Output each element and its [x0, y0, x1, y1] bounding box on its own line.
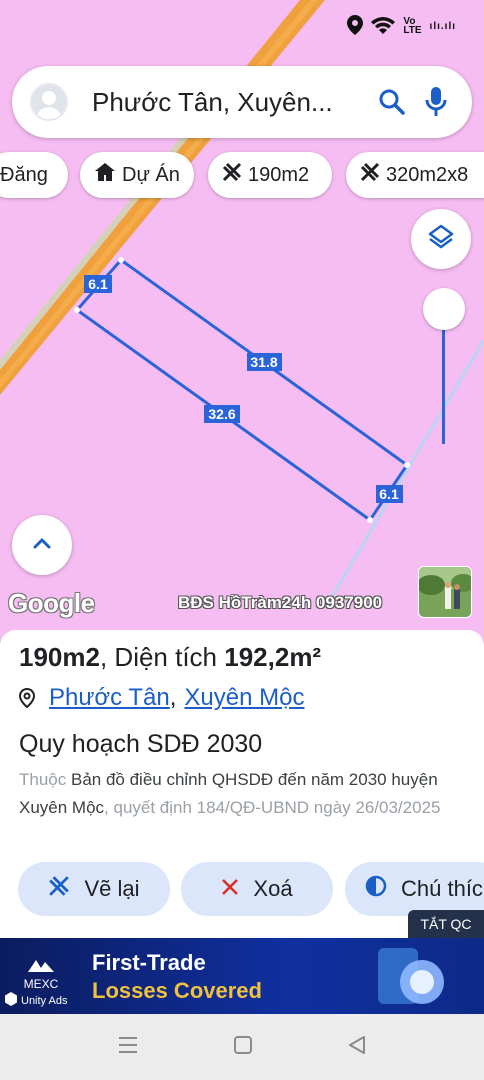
measure-icon	[48, 875, 70, 903]
mic-icon[interactable]	[414, 80, 458, 124]
expand-button[interactable]	[12, 515, 72, 575]
district-link[interactable]: Xuyên Mộc	[184, 684, 304, 712]
avatar[interactable]	[30, 83, 68, 121]
parcel-outline[interactable]	[74, 257, 410, 523]
measure-icon	[222, 162, 242, 188]
legend-label: Chú thíc	[401, 876, 483, 901]
ad-banner[interactable]: MEXC First-Trade Losses Covered	[0, 938, 484, 1014]
layers-icon	[427, 223, 455, 256]
parcel-vertex[interactable]	[404, 462, 410, 468]
ad-brand: MEXC	[23, 977, 59, 991]
edge-label-text: 31.8	[250, 354, 277, 370]
contrast-icon	[365, 875, 387, 903]
unity-ads-badge: Unity Ads	[4, 992, 67, 1009]
layers-button[interactable]	[411, 209, 471, 269]
filter-chips: Đăng Dự Án 190m2 320m2x8	[0, 152, 484, 200]
info-sheet: 190m2, Diện tích 192,2m² Phước Tân, Xuyên…	[0, 630, 484, 938]
desc-suffix: , quyết định 184/QĐ-UBND ngày 26/03/2025	[104, 798, 441, 817]
chip-label: Dự Án	[122, 163, 180, 186]
search-bar[interactable]: Phước Tân, Xuyên...	[12, 66, 472, 138]
chevron-up-icon	[33, 536, 51, 554]
map-slider-knob[interactable]	[423, 288, 465, 330]
google-logo: Google	[8, 588, 95, 618]
chip-label: Đăng	[0, 163, 48, 186]
desc-prefix: Thuộc	[19, 770, 71, 789]
signal-icon: ılı.ılı	[429, 20, 456, 32]
blue-thin-road	[328, 339, 484, 601]
map-slider-track[interactable]	[442, 330, 445, 444]
mexc-logo: MEXC	[18, 956, 64, 991]
map-watermark: BĐS HồTràm24h 0937900	[178, 593, 383, 612]
edge-label-text: 6.1	[88, 276, 108, 292]
ward-link[interactable]: Phước Tân	[49, 684, 170, 712]
system-nav-bar	[0, 1014, 484, 1080]
home-icon[interactable]	[233, 1035, 253, 1060]
edge-label: 6.1	[376, 485, 403, 503]
redraw-label: Vẽ lại	[84, 876, 140, 901]
chip-190m2[interactable]: 190m2	[208, 152, 332, 198]
edge-label: 6.1	[84, 275, 112, 293]
delete-button[interactable]: Xoá	[181, 862, 333, 916]
shield-graphic	[378, 948, 444, 1004]
measure-icon	[360, 162, 380, 188]
back-icon[interactable]	[347, 1035, 367, 1060]
status-bar: Vo LTE ılı.ılı	[347, 12, 456, 40]
chip-label: 190m2	[248, 163, 310, 186]
recent-apps-icon[interactable]	[117, 1035, 139, 1060]
parcel-vertex[interactable]	[367, 517, 373, 523]
parcel-title: 190m2, Diện tích 192,2m²	[19, 642, 321, 673]
area-label: , Diện tích	[99, 642, 225, 672]
close-icon	[221, 876, 239, 902]
parcel-name: 190m2	[19, 642, 100, 672]
plan-title: Quy hoạch SDĐ 2030	[19, 730, 263, 758]
parcel-vertex[interactable]	[74, 307, 80, 313]
parcel-vertex[interactable]	[118, 257, 124, 263]
volte-label: Vo LTE	[403, 16, 422, 36]
address-separator: ,	[169, 684, 177, 711]
house-icon	[94, 162, 116, 188]
ad-subline: Losses Covered	[92, 978, 262, 1003]
location-icon	[347, 14, 364, 38]
wifi-icon	[371, 16, 396, 37]
area-value: 192,2m²	[224, 642, 322, 672]
edge-label-text: 32.6	[208, 406, 235, 422]
legend-button[interactable]: Chú thíc	[345, 862, 484, 916]
chip-du-an[interactable]: Dự Án	[80, 152, 194, 198]
ad-headline: First-Trade	[92, 950, 206, 975]
chip-label: 320m2x8	[386, 163, 469, 186]
hide-ads-button[interactable]: TẮT QC	[408, 910, 484, 938]
unity-label: Unity Ads	[21, 994, 68, 1007]
edge-label-text: 6.1	[379, 486, 399, 502]
plan-description: Thuộc Bản đồ điều chỉnh QHSDĐ đến năm 20…	[19, 766, 469, 822]
pin-icon	[19, 688, 35, 708]
street-photo-thumbnail[interactable]	[418, 566, 472, 618]
delete-label: Xoá	[253, 876, 293, 901]
chip-dang[interactable]: Đăng	[0, 152, 68, 198]
chip-320m2[interactable]: 320m2x8	[346, 152, 484, 198]
search-icon[interactable]	[370, 80, 414, 124]
redraw-button[interactable]: Vẽ lại	[18, 862, 170, 916]
address-line: Phước Tân, Xuyên Mộc	[19, 684, 304, 712]
edge-label: 32.6	[204, 405, 240, 423]
unity-icon	[4, 992, 18, 1009]
edge-label: 31.8	[247, 353, 282, 371]
search-input[interactable]: Phước Tân, Xuyên...	[92, 87, 370, 118]
